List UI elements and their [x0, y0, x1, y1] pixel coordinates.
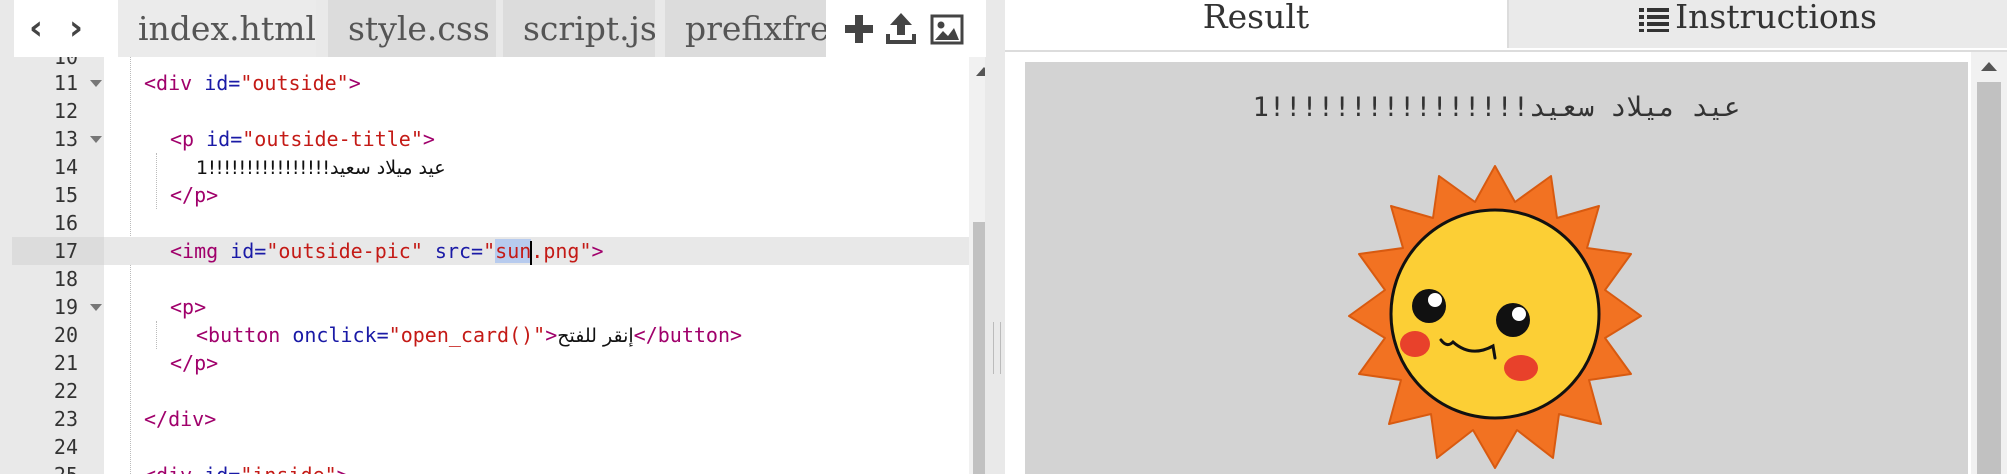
upload-icon[interactable] [882, 10, 920, 48]
chevron-right-icon[interactable]: › [58, 8, 94, 48]
fold-arrow-icon[interactable] [90, 136, 102, 143]
scroll-up-arrow-icon[interactable] [1981, 62, 1997, 71]
outside-title: عيد ميلاد سعيد!!!!!!!!!!!!!!!!1 [1252, 92, 1741, 123]
code-area[interactable]: <div id="outside"> <p id="outside-title"… [104, 57, 985, 474]
line-number: 12 [53, 99, 78, 123]
code-line: عيد ميلاد سعيد!!!!!!!!!!!!!!!!1 [196, 157, 446, 179]
sun-image [1348, 165, 1642, 469]
tab-prefixfree-js[interactable]: prefixfree.min.js [665, 0, 827, 57]
code-line: <p> [170, 295, 207, 319]
line-number: 13 [53, 127, 78, 151]
code-line: </div> [144, 407, 217, 431]
fold-arrow-icon[interactable] [90, 304, 102, 311]
line-number: 16 [53, 211, 78, 235]
editor-pane: ‹ › index.html style.css script.js prefi… [0, 0, 1005, 474]
result-scrollbar[interactable] [1971, 52, 2007, 474]
line-number: 24 [53, 435, 78, 459]
editor-scrollbar[interactable] [969, 57, 985, 474]
image-icon[interactable] [928, 10, 966, 48]
result-pane: Result Instructions عيد ميلاد سعيد!!!!!!… [1005, 0, 2007, 474]
list-icon [1639, 8, 1670, 32]
result-tabs: Result Instructions [1005, 0, 2007, 52]
code-line-active: <img id="outside-pic" src="sun.png"> [104, 237, 985, 265]
tab-instructions-label: Instructions [1675, 0, 1877, 36]
line-number: 19 [53, 295, 78, 319]
code-line: </p> [170, 351, 219, 375]
tab-tools [826, 0, 986, 57]
code-editor[interactable]: 10 11 12 13 14 15 16 17 18 19 20 21 22 2… [12, 57, 985, 474]
tab-instructions[interactable]: Instructions [1509, 0, 2007, 48]
line-number: 22 [53, 379, 78, 403]
code-line: </p> [170, 183, 219, 207]
editor-scroll-thumb[interactable] [973, 222, 985, 474]
code-line: <div id="outside"> [144, 71, 361, 95]
divider-grip[interactable] [993, 322, 1001, 374]
line-number: 15 [53, 183, 78, 207]
line-number: 18 [53, 267, 78, 291]
tab-style-css[interactable]: style.css [328, 0, 496, 57]
tab-result[interactable]: Result [1005, 0, 1509, 48]
result-preview: عيد ميلاد سعيد!!!!!!!!!!!!!!!!1 [1025, 62, 1968, 474]
editor-nav: ‹ › [14, 0, 129, 57]
fold-arrow-icon[interactable] [90, 80, 102, 87]
plus-icon[interactable] [840, 10, 878, 48]
result-scroll-thumb[interactable] [1977, 82, 2001, 474]
line-gutter: 10 11 12 13 14 15 16 17 18 19 20 21 22 2… [12, 57, 104, 474]
line-number: 11 [53, 71, 78, 95]
pane-divider[interactable] [987, 0, 1005, 474]
chevron-left-icon[interactable]: ‹ [18, 8, 54, 48]
tab-index-html[interactable]: index.html [118, 0, 316, 57]
line-number: 20 [53, 323, 78, 347]
tab-script-js[interactable]: script.js [503, 0, 655, 57]
selected-text: sun [495, 239, 532, 263]
code-line: <p id="outside-title"> [170, 127, 435, 151]
line-number: 21 [53, 351, 78, 375]
line-number: 23 [53, 407, 78, 431]
line-number-active: 17 [12, 237, 104, 265]
code-line: <button onclick="open_card()">إنقر للفتح… [196, 323, 743, 347]
line-number: 14 [53, 155, 78, 179]
scroll-up-arrow-icon[interactable] [976, 67, 985, 76]
line-number: 25 [12, 461, 78, 474]
code-line: <div id="inside"> [104, 461, 985, 474]
